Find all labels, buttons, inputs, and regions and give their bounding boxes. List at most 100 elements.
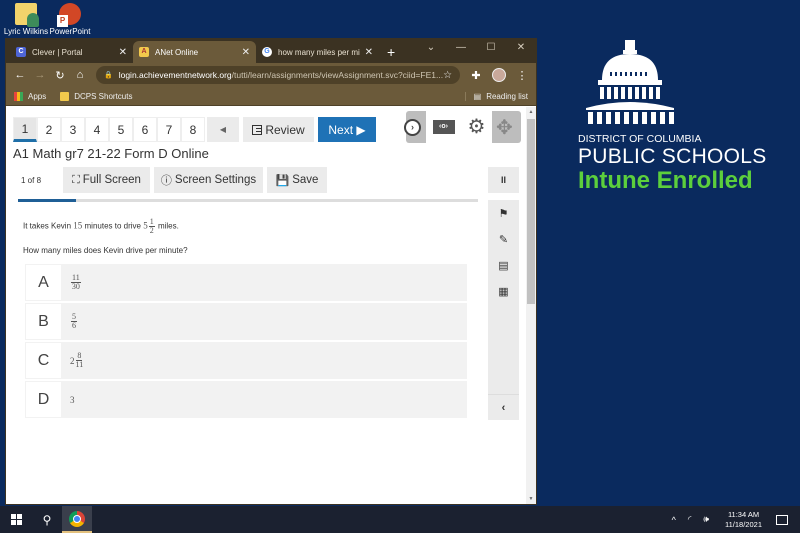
window-controls: ⌄ — ☐ ✕ <box>416 39 536 57</box>
bookmark-dcps-shortcuts[interactable]: DCPS Shortcuts <box>60 91 133 101</box>
answer-choice-c[interactable]: C 2 8 11 <box>25 342 467 379</box>
tab-search-icon[interactable]: ⌄ <box>416 39 446 57</box>
gear-icon[interactable]: ⚙ <box>468 117 486 137</box>
pause-button[interactable]: II <box>488 167 519 193</box>
extensions-icon[interactable]: ✚ <box>466 69 486 82</box>
fraction-denominator: 11 <box>75 360 84 369</box>
forward-icon[interactable]: → <box>30 69 50 81</box>
back-icon[interactable]: ← <box>10 69 30 81</box>
desktop-icon-label: PowerPoint <box>49 27 91 36</box>
test-actions: 1 of 8 ⛶ Full Screen ⓘ Screen Settings 💾… <box>13 167 331 193</box>
side-tools: ⚑ ✎ ▤ ▦ ‹ <box>488 200 519 420</box>
line-reader-icon[interactable]: ‹o› <box>432 120 455 134</box>
screen-settings-button[interactable]: ⓘ Screen Settings <box>154 167 263 193</box>
url-path: /tutti/learn/assignments/viewAssignment.… <box>231 70 444 80</box>
question-tab-6[interactable]: 6 <box>133 117 157 142</box>
minimize-button[interactable]: — <box>446 39 476 57</box>
stem-text: minutes to drive <box>84 221 141 231</box>
save-button[interactable]: 💾 Save <box>267 167 327 193</box>
accessibility-icon: ⓘ <box>160 175 172 187</box>
question-prompt: How many miles does Kevin drive per minu… <box>23 246 188 255</box>
browser-toolbar: ← → ↻ ⌂ 🔒 login.achievementnetwork.org /… <box>6 63 536 87</box>
desktop-icon-label: Lyric Wilkins <box>3 27 49 36</box>
show-hidden-icons-icon[interactable]: ^ <box>672 515 676 525</box>
question-tab-2[interactable]: 2 <box>37 117 61 142</box>
home-icon[interactable]: ⌂ <box>70 69 90 81</box>
page-scrollbar[interactable]: ▲ ▼ <box>526 107 536 504</box>
choice-value: 3 <box>62 395 75 405</box>
maximize-button[interactable]: ☐ <box>476 39 506 57</box>
tab-clever[interactable]: C Clever | Portal ✕ <box>10 41 133 63</box>
volume-icon[interactable]: 🕪 <box>703 514 709 525</box>
capitol-dome-icon <box>586 40 674 124</box>
notepad-icon[interactable]: ▤ <box>488 252 519 278</box>
move-handle-icon[interactable]: ✥ <box>496 115 513 140</box>
clock[interactable]: 11:34 AM 11/18/2021 <box>725 510 762 529</box>
question-tab-1[interactable]: 1 <box>13 117 37 142</box>
assessment-page: 1 2 3 4 5 6 7 8 ◀ Review Next ▶ › ‹o› ⚙ … <box>6 107 536 504</box>
previous-button[interactable]: ◀ <box>207 117 239 142</box>
question-tab-5[interactable]: 5 <box>109 117 133 142</box>
full-screen-button[interactable]: ⛶ Full Screen <box>63 167 150 193</box>
bookmark-apps[interactable]: Apps <box>14 91 46 101</box>
scroll-up-icon[interactable]: ▲ <box>526 109 536 115</box>
start-button[interactable] <box>0 514 32 525</box>
menu-icon[interactable]: ⋮ <box>512 69 532 82</box>
tab-title: how many miles per mi <box>278 47 360 57</box>
stem-fraction: 12 <box>148 218 155 235</box>
search-icon[interactable]: ⚲ <box>32 513 62 527</box>
desktop-icon-powerpoint[interactable]: PowerPoint <box>44 3 96 36</box>
next-button[interactable]: Next ▶ <box>318 117 376 142</box>
tab-anet-online[interactable]: A ANet Online ✕ <box>133 41 256 63</box>
bookmark-label: DCPS Shortcuts <box>74 91 133 101</box>
tab-google-search[interactable]: G how many miles per mi ✕ <box>256 41 379 63</box>
flag-icon[interactable]: ⚑ <box>488 200 519 226</box>
wifi-icon[interactable]: ◜ <box>688 514 692 525</box>
new-tab-button[interactable]: + <box>387 41 395 63</box>
scrollbar-thumb[interactable] <box>527 119 535 304</box>
tab-title: Clever | Portal <box>32 47 83 57</box>
notifications-icon[interactable] <box>776 514 788 525</box>
close-tab-icon[interactable]: ✕ <box>119 47 127 58</box>
tool-panel: › ‹o› ⚙ ✥ <box>404 111 521 143</box>
close-tab-icon[interactable]: ✕ <box>242 47 250 58</box>
screen-settings-label: Screen Settings <box>174 174 257 186</box>
close-window-button[interactable]: ✕ <box>506 39 536 57</box>
address-bar[interactable]: 🔒 login.achievementnetwork.org /tutti/le… <box>96 66 460 84</box>
bookmarks-bar: Apps DCPS Shortcuts ▤ Reading list <box>6 87 536 106</box>
scroll-down-icon[interactable]: ▼ <box>526 496 536 502</box>
reading-list-button[interactable]: ▤ Reading list <box>464 91 528 101</box>
choice-value: 2 8 11 <box>62 352 84 369</box>
choice-value: 11 30 <box>62 274 82 291</box>
answer-choice-d[interactable]: D 3 <box>25 381 467 418</box>
choice-whole: 3 <box>70 394 75 405</box>
answer-choice-a[interactable]: A 11 30 <box>25 264 467 301</box>
choice-letter: A <box>25 264 62 301</box>
review-label: Review <box>265 122 305 137</box>
reload-icon[interactable]: ↻ <box>50 69 70 82</box>
powerpoint-icon <box>57 3 81 27</box>
question-tab-3[interactable]: 3 <box>61 117 85 142</box>
tab-title: ANet Online <box>155 47 199 57</box>
question-tab-4[interactable]: 4 <box>85 117 109 142</box>
question-tab-7[interactable]: 7 <box>157 117 181 142</box>
eliminator-icon[interactable]: ✎ <box>488 226 519 252</box>
taskbar-chrome[interactable] <box>62 506 92 533</box>
review-button[interactable]: Review <box>243 117 314 142</box>
full-screen-label: Full Screen <box>82 174 141 186</box>
close-tab-icon[interactable]: ✕ <box>365 47 373 58</box>
bookmark-star-icon[interactable]: ☆ <box>443 70 452 81</box>
stem-whole: 5 <box>143 220 148 231</box>
stem-minutes: 15 <box>73 220 83 231</box>
dcps-branding: DISTRICT OF COLUMBIA PUBLIC SCHOOLS Intu… <box>578 40 788 194</box>
question-tab-8[interactable]: 8 <box>181 117 205 142</box>
collapse-side-tools-button[interactable]: ‹ <box>488 394 519 420</box>
lock-icon: 🔒 <box>104 72 113 79</box>
answer-choice-b[interactable]: B 56 <box>25 303 467 340</box>
profile-avatar[interactable] <box>492 68 506 82</box>
windows-logo-icon <box>10 514 22 525</box>
question-counter: 1 of 8 <box>21 175 42 185</box>
save-label: Save <box>292 174 319 186</box>
collapse-toolbar-icon[interactable]: › <box>404 118 421 136</box>
calculator-icon[interactable]: ▦ <box>488 278 519 304</box>
